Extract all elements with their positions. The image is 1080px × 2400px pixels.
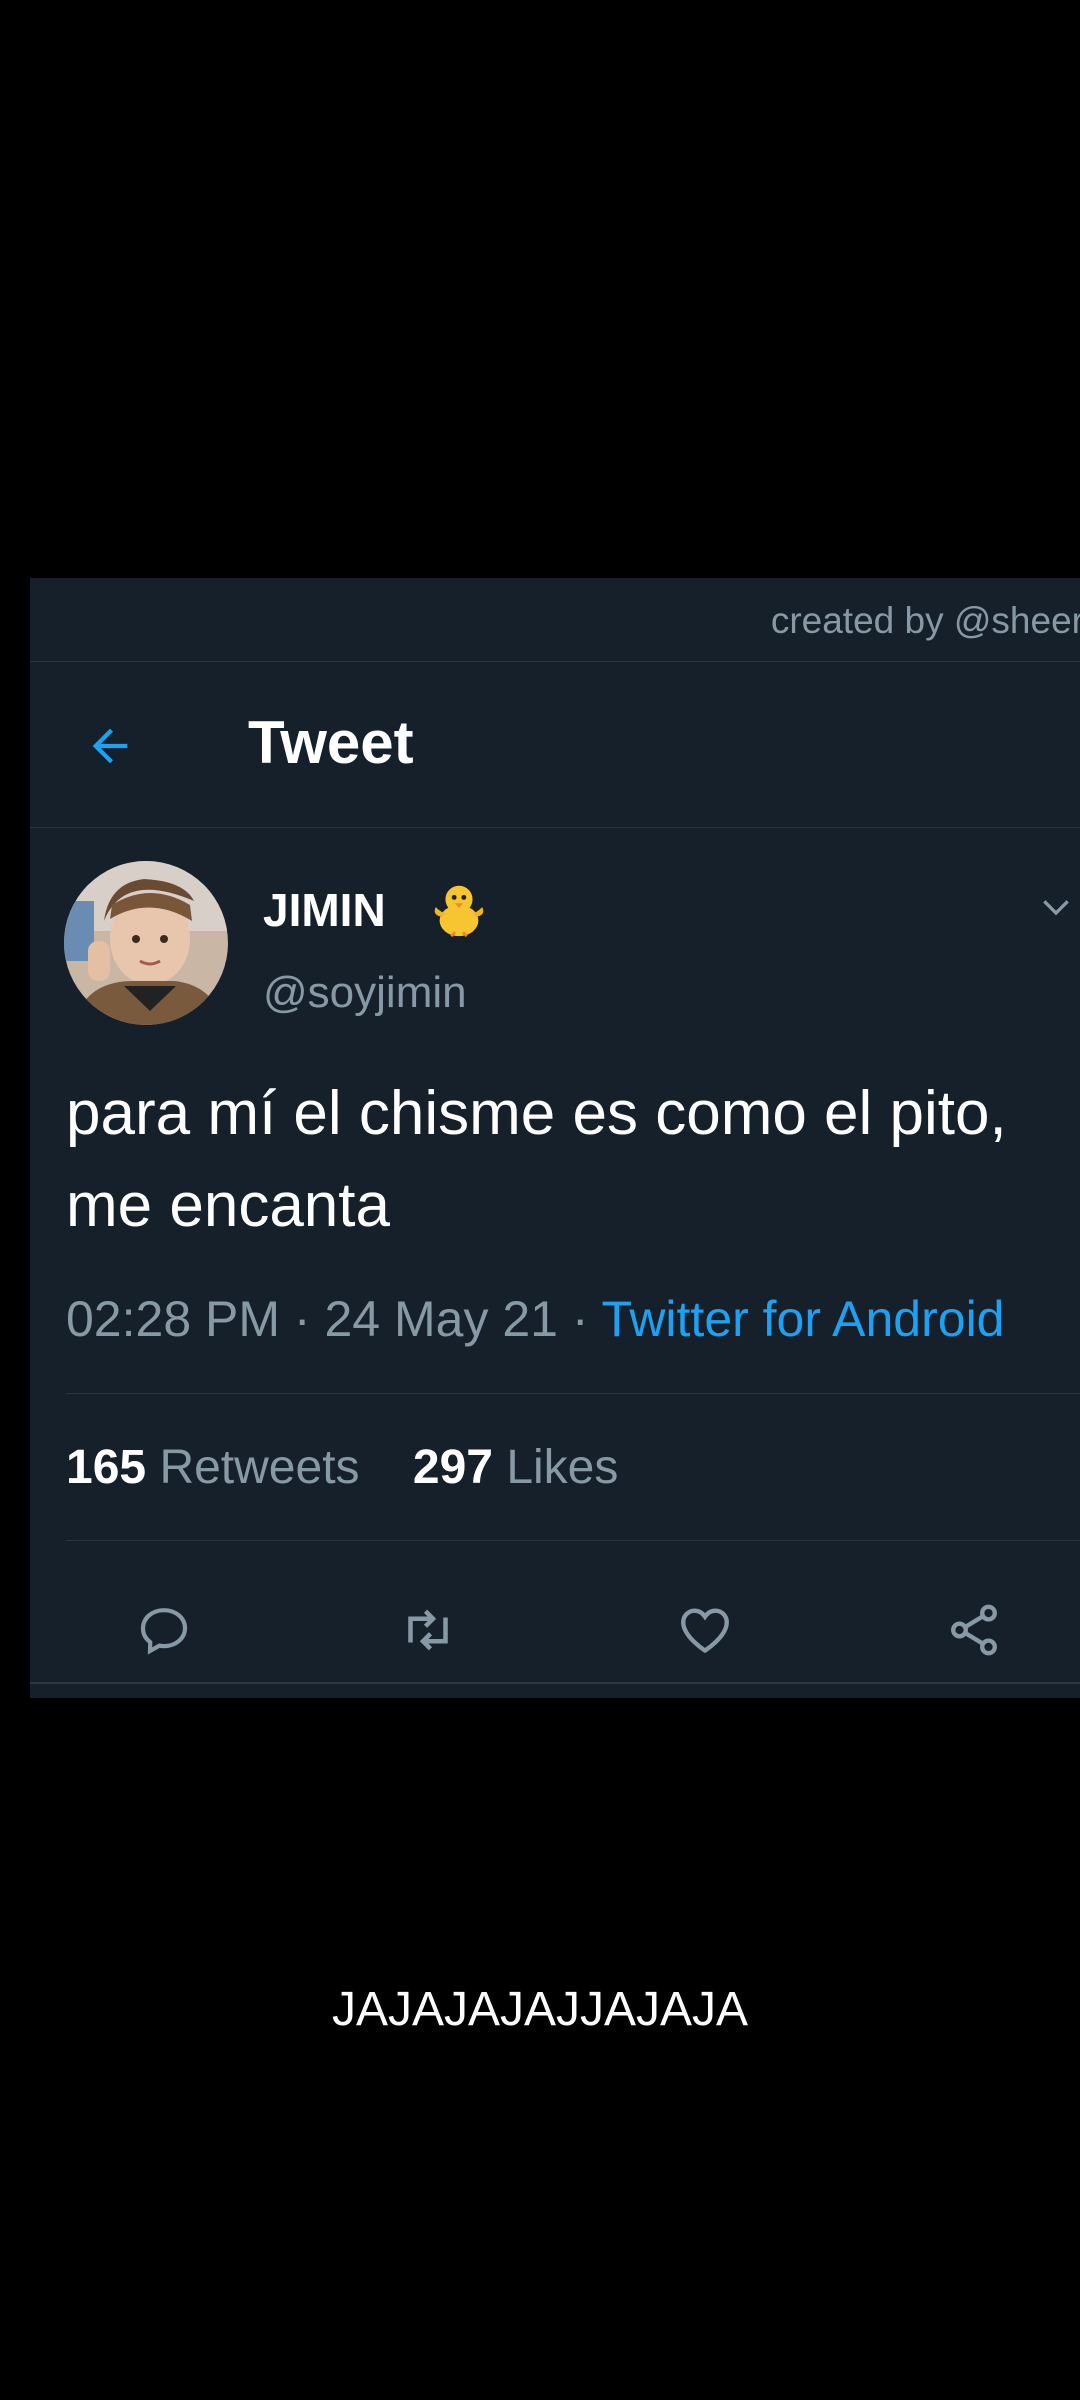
retweets-stat[interactable]: 165 Retweets [66,1441,360,1494]
tweet-source-link[interactable]: Twitter for Android [602,1291,1005,1347]
reply-button[interactable] [132,1598,196,1662]
caption-text: JAJAJAJAJJAJAJA [331,1983,749,2036]
likes-count: 297 [412,1441,493,1494]
share-button[interactable] [942,1598,1006,1662]
watermark-text: created by @sheer [770,600,1080,641]
divider [66,1393,1080,1394]
tweet-screenshot-card: created by @sheer Tweet JIMIN @soyjimin … [30,578,1080,1698]
avatar[interactable] [64,861,228,1025]
author-handle[interactable]: @soyjimin [263,968,467,1018]
retweets-count: 165 [66,1441,147,1494]
tweet-header: Tweet [30,662,1080,828]
card-bottom-divider [30,1682,1080,1684]
retweet-button[interactable] [396,1598,460,1662]
tweet-actions [30,1598,1080,1678]
share-icon [951,1604,997,1656]
back-button[interactable] [78,714,142,778]
page-title: Tweet [248,709,414,776]
chick-icon [434,885,484,938]
divider [66,1540,1080,1541]
tweet-metadata: 02:28 PM · 24 May 21 · Twitter for Andro… [66,1290,1005,1348]
likes-stat[interactable]: 297 Likes [413,1441,619,1494]
retweets-label: Retweets [159,1441,360,1494]
heart-icon [681,1608,729,1654]
tweet-time: 02:28 PM [66,1291,281,1347]
profile-photo [64,861,228,1025]
chevron-down-icon[interactable] [1036,888,1076,928]
author-display-name[interactable]: JIMIN [263,883,386,937]
watermark-bar: created by @sheer [30,578,1080,662]
meta-separator: · [293,1291,311,1347]
tweet-text: para mí el chisme es como el pito, me en… [66,1079,1007,1240]
likes-label: Likes [506,1441,619,1494]
retweet-icon [408,1609,448,1651]
meta-separator: · [571,1291,589,1347]
tweet-stats: 165 Retweets 297 Likes [66,1440,618,1495]
like-button[interactable] [673,1598,737,1662]
reply-icon [140,1608,188,1655]
tweet-date: 24 May 21 [324,1291,558,1347]
arrow-left-icon [92,728,128,764]
